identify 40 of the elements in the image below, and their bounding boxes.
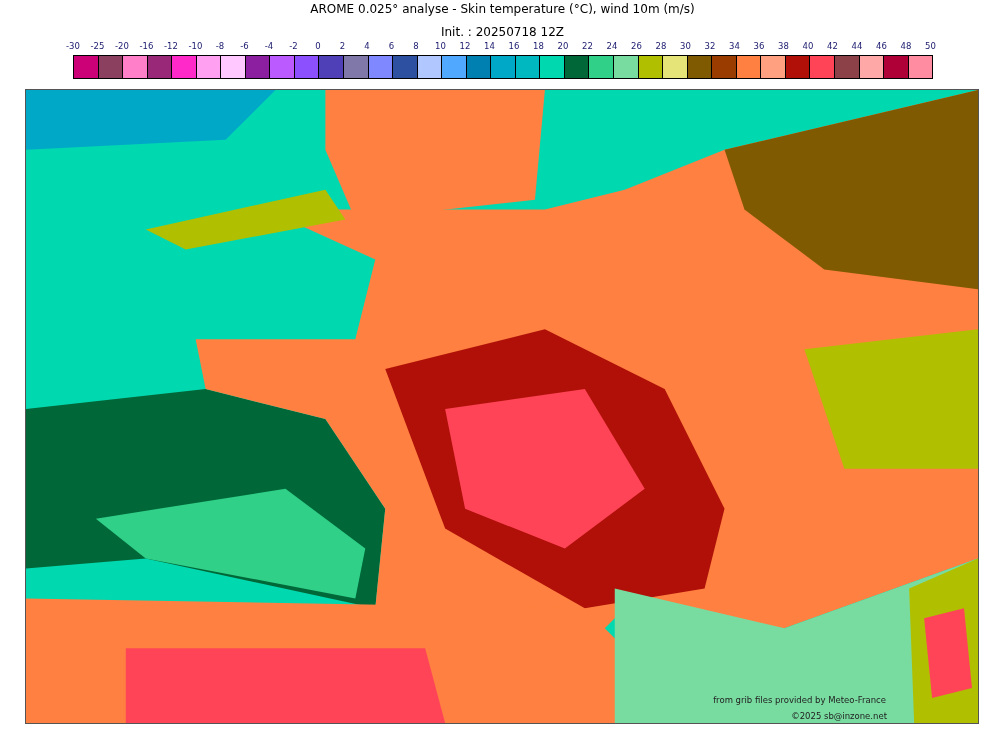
colorbar-tick-label: -4 [263,40,275,53]
colorbar-tick-label: -25 [89,40,106,53]
colorbar-tick-label: -16 [138,40,155,53]
colorbar-tick-label: 36 [752,40,766,53]
colorbar-tick-label: 22 [581,40,594,53]
colorbar-tick-label: 2 [338,40,347,53]
colorbar-tick-label: 10 [434,40,447,53]
colorbar-tick-label: 14 [483,40,496,53]
colorbar-tick-label: 34 [728,40,741,53]
colorbar-tick-label: 18 [532,40,545,53]
colorbar-tick-label: 40 [801,40,815,53]
colorbar-tick-label: 16 [507,40,521,53]
colorbar-tick-label: 4 [363,40,371,53]
credit-text: ©2025 sb@inzone.net [791,711,887,721]
colorbar-tick-label: 12 [458,40,472,53]
colorbar-tick-label: 0 [314,40,322,53]
colorbar-tick-label: 8 [412,40,420,53]
colorbar-tick-label: -30 [65,40,81,53]
chart-subtitle: Init. : 20250718 12Z [440,25,565,39]
colorbar-tick-label: -2 [288,40,299,53]
colorbar-tick-label: 42 [826,40,839,53]
colorbar-tick-label: 26 [630,40,643,53]
colorbar-tick-label: 48 [899,40,913,53]
colorbar-tick-label: -12 [163,40,179,53]
colorbar-tick-label: -6 [239,40,250,53]
colorbar-tick-label: 32 [703,40,717,53]
colorbar-tick-label: 20 [556,40,570,53]
colorbar-tick-label: -10 [187,40,204,53]
colorbar-tick-label: 46 [875,40,888,53]
colorbar-tick-label: -8 [214,40,226,53]
chart-title: AROME 0.025° analyse - Skin temperature (°C), wind 10m (m/s) [310,1,695,18]
colorbar-tick-label: 50 [924,40,937,53]
colorbar-tick-label: 44 [850,40,864,53]
colorbar-tick-label: 24 [605,40,619,53]
colorbar-tick-label: 6 [387,40,396,53]
colorbar-tick-label: 30 [679,40,692,53]
colorbar-tick-label: 28 [654,40,668,53]
colorbar-tick-label: 38 [777,40,790,53]
credit-text: from grib files provided by Meteo-France [713,695,886,705]
colorbar-tick-label: -20 [114,40,130,53]
